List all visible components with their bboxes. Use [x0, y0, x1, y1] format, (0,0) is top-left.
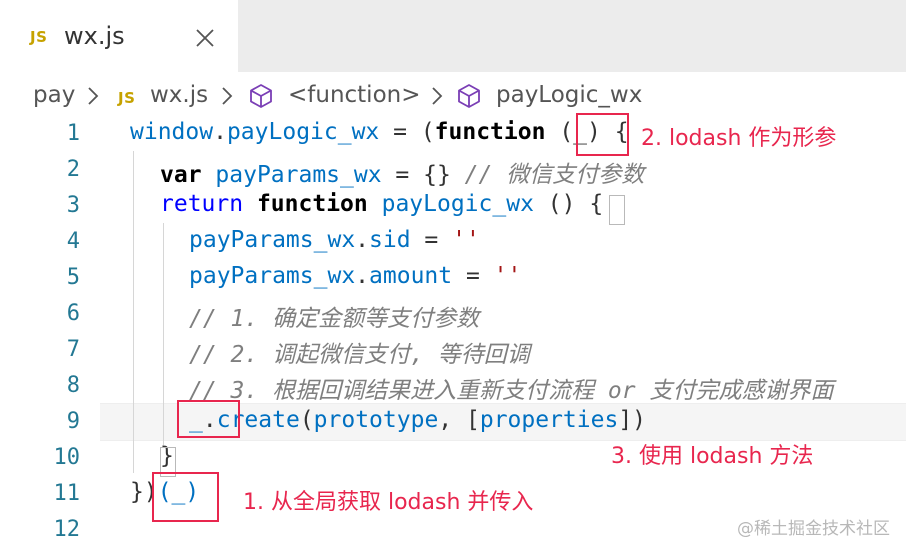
js-file-icon: JS: [118, 89, 136, 107]
line-number: 10: [53, 445, 81, 470]
annotation-box-argument: [152, 472, 219, 522]
line-number: 6: [66, 301, 80, 326]
line-number: 2: [66, 157, 80, 182]
annotation-1: 1. 从全局获取 lodash 并传入: [243, 490, 534, 515]
symbol-method-icon: [250, 84, 272, 108]
bracket-match-highlight: [609, 195, 625, 225]
tab-bar: JS wx.js: [0, 0, 906, 72]
annotation-3: 3. 使用 lodash 方法: [611, 444, 814, 469]
line-number: 12: [53, 517, 81, 542]
line-number: 7: [66, 337, 80, 362]
breadcrumb-symbol-paylogic[interactable]: payLogic_wx: [496, 82, 642, 108]
tab-wx-js[interactable]: JS wx.js: [0, 0, 238, 72]
code-line-8: // 3. 根据回调结果进入重新支付流程 or 支付完成感谢界面: [189, 378, 834, 404]
line-number: 5: [66, 265, 80, 290]
code-line-6: // 1. 确定金额等支付参数: [189, 306, 480, 332]
indent-guide: [133, 151, 134, 473]
line-number: 1: [66, 121, 80, 146]
symbol-method-icon: [458, 84, 480, 108]
breadcrumb-file[interactable]: wx.js: [150, 82, 208, 108]
annotation-box-usage: [177, 400, 240, 438]
indent-guide: [163, 223, 164, 445]
line-number: 4: [66, 229, 80, 254]
line-number: 3: [66, 193, 80, 218]
code-line-1: window.payLogic_wx = (function (_) {: [130, 119, 629, 145]
watermark: @稀土掘金技术社区: [737, 519, 890, 539]
chevron-right-icon: [222, 87, 233, 105]
breadcrumb-symbol-function[interactable]: <function>: [288, 82, 421, 108]
line-number: 11: [53, 481, 81, 506]
code-line-2: var payParams_wx = {} // 微信支付参数: [160, 162, 645, 188]
js-file-icon: JS: [30, 28, 48, 46]
code-line-4: payParams_wx.sid = '': [189, 227, 480, 253]
annotation-2: 2. lodash 作为形参: [641, 126, 837, 151]
tab-label: wx.js: [64, 22, 125, 50]
chevron-right-icon: [432, 87, 443, 105]
line-number: 9: [66, 409, 80, 434]
close-icon[interactable]: [194, 27, 216, 49]
breadcrumb: pay JS wx.js <function> payLogic_wx: [0, 72, 906, 118]
chevron-right-icon: [88, 87, 99, 105]
code-line-9: _.create(prototype, [properties]): [189, 407, 647, 433]
code-line-5: payParams_wx.amount = '': [189, 263, 522, 289]
annotation-box-param: [576, 113, 629, 156]
code-line-7: // 2. 调起微信支付, 等待回调: [189, 342, 530, 368]
code-line-3: return function payLogic_wx () {: [160, 191, 604, 217]
line-number: 8: [66, 373, 80, 398]
breadcrumb-folder[interactable]: pay: [33, 82, 75, 108]
